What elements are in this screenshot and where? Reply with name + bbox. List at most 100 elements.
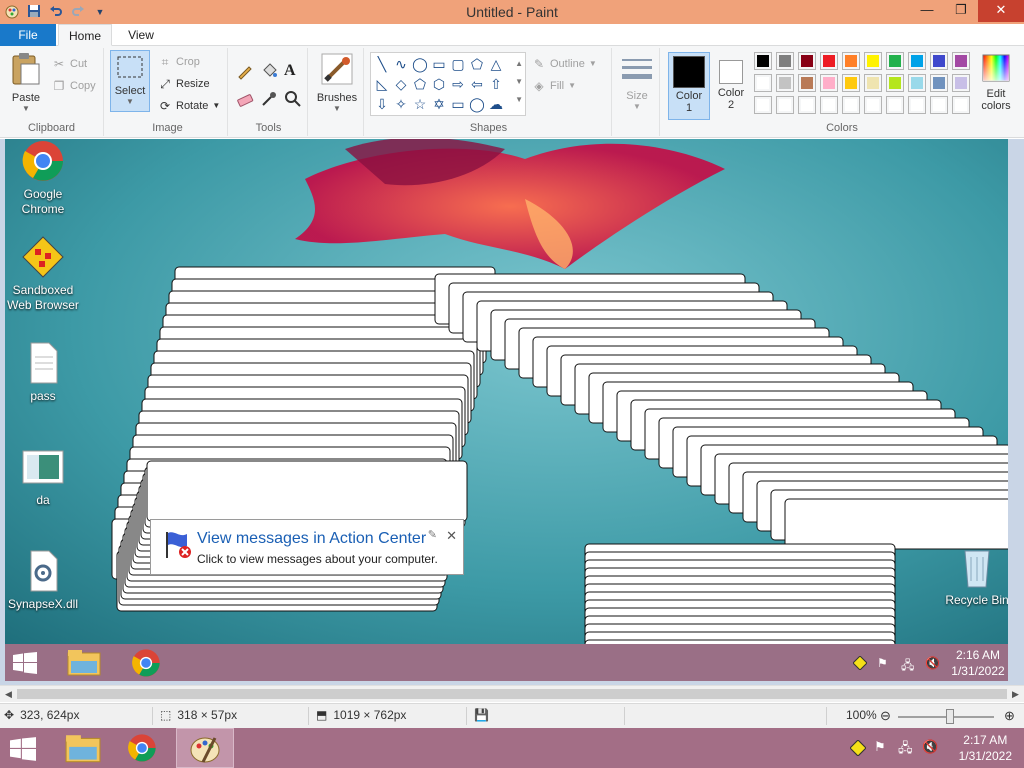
horizontal-scrollbar[interactable]: ◀ ▶ xyxy=(0,685,1024,702)
minimize-button[interactable]: — xyxy=(910,0,944,22)
rect-callout-shape-icon[interactable]: ▭ xyxy=(449,95,467,113)
fill-button[interactable]: ◈ Fill ▼ xyxy=(532,76,576,96)
polygon-shape-icon[interactable]: ⬠ xyxy=(468,55,486,73)
up-arrow-shape-icon[interactable]: ⇧ xyxy=(487,75,505,93)
oval-callout-shape-icon[interactable]: ◯ xyxy=(468,95,486,113)
size-button[interactable]: Size ▼ xyxy=(618,56,656,111)
rounded-rectangle-shape-icon[interactable]: ▢ xyxy=(449,55,467,73)
outline-button[interactable]: ✎ Outline ▼ xyxy=(532,54,597,74)
fill-tool[interactable] xyxy=(260,62,278,83)
scroll-thumb[interactable] xyxy=(17,689,1007,699)
line-shape-icon[interactable]: ╲ xyxy=(373,55,391,73)
palette-swatch[interactable] xyxy=(864,74,882,92)
color1-button[interactable]: Color 1 xyxy=(668,52,710,120)
cut-button[interactable]: ✂ Cut xyxy=(52,54,87,74)
palette-swatch[interactable] xyxy=(930,74,948,92)
eraser-tool[interactable] xyxy=(236,90,254,111)
taskbar-file-explorer[interactable] xyxy=(58,728,114,768)
tab-view[interactable]: View xyxy=(116,24,166,46)
right-triangle-shape-icon[interactable]: ◺ xyxy=(373,75,391,93)
tab-file[interactable]: File xyxy=(0,24,56,46)
resize-button[interactable]: ⤢ Resize xyxy=(158,74,209,94)
palette-swatch[interactable] xyxy=(754,96,772,114)
palette-swatch[interactable] xyxy=(798,74,816,92)
paste-button[interactable]: Paste ▼ xyxy=(6,52,46,113)
palette-swatch[interactable] xyxy=(842,96,860,114)
curve-shape-icon[interactable]: ∿ xyxy=(392,55,410,73)
palette-swatch[interactable] xyxy=(864,96,882,114)
palette-swatch[interactable] xyxy=(864,52,882,70)
taskbar-chrome[interactable] xyxy=(116,728,172,768)
save-icon[interactable] xyxy=(26,4,42,20)
taskbar-paint[interactable] xyxy=(176,728,234,768)
canvas-area[interactable]: Google Chrome Sandboxed Web Browser pass… xyxy=(0,139,1024,685)
palette-swatch[interactable] xyxy=(776,74,794,92)
color-picker-tool[interactable] xyxy=(260,90,278,111)
color2-button[interactable]: Color 2 xyxy=(712,52,750,111)
select-button[interactable]: Select ▼ xyxy=(110,50,150,112)
palette-swatch[interactable] xyxy=(776,52,794,70)
sandboxie-tray-icon[interactable] xyxy=(849,739,867,759)
down-arrow-shape-icon[interactable]: ⇩ xyxy=(373,95,391,113)
edit-colors-button[interactable]: Edit colors xyxy=(976,54,1016,112)
tab-home[interactable]: Home xyxy=(58,24,112,46)
crop-button[interactable]: ⌗ Crop xyxy=(158,52,200,72)
palette-swatch[interactable] xyxy=(798,96,816,114)
brushes-button[interactable]: Brushes ▼ xyxy=(314,52,360,113)
paint-canvas[interactable]: Google Chrome Sandboxed Web Browser pass… xyxy=(5,139,1008,681)
magnifier-tool[interactable] xyxy=(284,90,302,111)
right-arrow-shape-icon[interactable]: ⇨ xyxy=(449,75,467,93)
undo-icon[interactable] xyxy=(48,4,64,20)
pencil-tool[interactable] xyxy=(236,62,254,83)
palette-swatch[interactable] xyxy=(842,74,860,92)
maximize-button[interactable]: ❐ xyxy=(944,0,978,22)
scroll-left-icon[interactable]: ◀ xyxy=(0,686,17,703)
palette-swatch[interactable] xyxy=(930,52,948,70)
palette-swatch[interactable] xyxy=(820,96,838,114)
zoom-in-button[interactable]: ⊕ xyxy=(1004,708,1015,724)
palette-swatch[interactable] xyxy=(776,96,794,114)
redo-icon[interactable] xyxy=(70,4,86,20)
palette-swatch[interactable] xyxy=(754,74,772,92)
hexagon-shape-icon[interactable]: ⬡ xyxy=(430,75,448,93)
palette-swatch[interactable] xyxy=(886,52,904,70)
close-button[interactable]: ✕ xyxy=(978,0,1024,22)
copy-button[interactable]: ❐ Copy xyxy=(52,76,96,96)
pentagon-shape-icon[interactable]: ⬠ xyxy=(411,75,429,93)
six-point-star-shape-icon[interactable]: ✡ xyxy=(430,95,448,113)
diamond-shape-icon[interactable]: ◇ xyxy=(392,75,410,93)
palette-swatch[interactable] xyxy=(908,74,926,92)
palette-swatch[interactable] xyxy=(886,74,904,92)
palette-swatch[interactable] xyxy=(754,52,772,70)
volume-muted-tray-icon[interactable]: 🔇 xyxy=(922,739,938,755)
palette-swatch[interactable] xyxy=(886,96,904,114)
palette-swatch[interactable] xyxy=(930,96,948,114)
palette-swatch[interactable] xyxy=(952,74,970,92)
shapes-scroll-icon[interactable]: ▲ ▼ ▼ xyxy=(515,55,523,109)
five-point-star-shape-icon[interactable]: ☆ xyxy=(411,95,429,113)
paste-dropdown-icon[interactable]: ▼ xyxy=(6,104,46,113)
palette-swatch[interactable] xyxy=(820,74,838,92)
action-center-tray-icon[interactable]: ⚑ xyxy=(874,739,886,755)
text-tool-icon[interactable]: A xyxy=(284,62,296,80)
network-tray-icon[interactable]: 🖧 xyxy=(898,739,913,761)
zoom-out-button[interactable]: ⊖ xyxy=(880,708,891,724)
palette-swatch[interactable] xyxy=(820,52,838,70)
select-dropdown-icon[interactable]: ▼ xyxy=(111,97,149,106)
triangle-shape-icon[interactable]: △ xyxy=(487,55,505,73)
palette-swatch[interactable] xyxy=(842,52,860,70)
four-point-star-shape-icon[interactable]: ✧ xyxy=(392,95,410,113)
oval-shape-icon[interactable]: ◯ xyxy=(411,55,429,73)
left-arrow-shape-icon[interactable]: ⇦ xyxy=(468,75,486,93)
start-button[interactable] xyxy=(0,728,56,768)
palette-swatch[interactable] xyxy=(952,96,970,114)
rotate-button[interactable]: ⟳ Rotate ▼ xyxy=(158,96,220,116)
zoom-slider-thumb[interactable] xyxy=(946,709,954,724)
customize-qat-icon[interactable]: ▼ xyxy=(92,4,108,20)
paint-app-icon[interactable] xyxy=(4,4,20,20)
palette-swatch[interactable] xyxy=(908,96,926,114)
taskbar-clock[interactable]: 2:17 AM 1/31/2022 xyxy=(959,732,1012,764)
cloud-callout-shape-icon[interactable]: ☁ xyxy=(487,95,505,113)
palette-swatch[interactable] xyxy=(908,52,926,70)
scroll-right-icon[interactable]: ▶ xyxy=(1007,686,1024,703)
